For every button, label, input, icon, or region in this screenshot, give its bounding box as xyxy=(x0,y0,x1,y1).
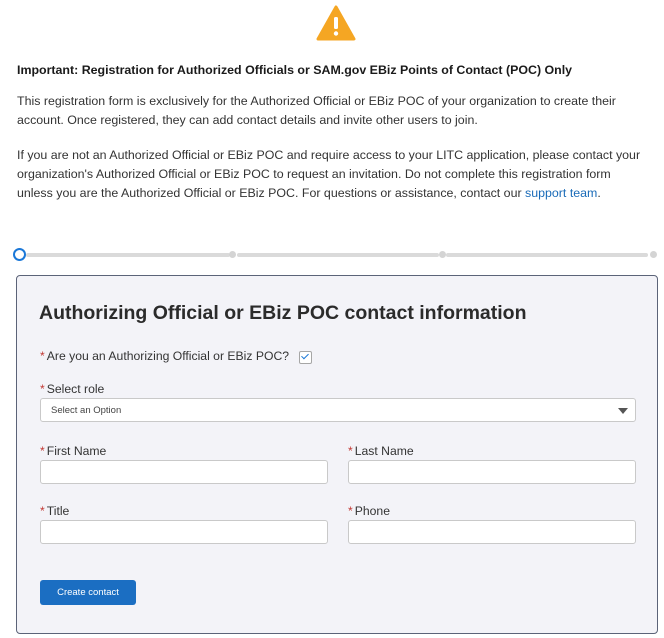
required-marker: * xyxy=(40,444,45,458)
is-ao-checkbox[interactable] xyxy=(299,351,312,364)
notice-heading: Important: Registration for Authorized O… xyxy=(17,63,573,77)
title-input[interactable] xyxy=(40,520,328,544)
required-marker: * xyxy=(348,444,353,458)
first-name-label-text: First Name xyxy=(46,444,107,458)
role-select-value: Select an Option xyxy=(51,405,122,416)
notice-paragraph-2: If you are not an Authorized Official or… xyxy=(17,146,647,203)
required-marker: * xyxy=(348,504,353,518)
role-label: * Select role xyxy=(40,382,104,396)
is-ao-label-text: Are you an Authorizing Official or EBiz … xyxy=(46,349,290,363)
progress-track-segment xyxy=(237,253,439,257)
checkmark-icon xyxy=(301,351,309,360)
registration-notice: Important: Registration for Authorized O… xyxy=(17,62,652,200)
form-title: Authorizing Official or EBiz POC contact… xyxy=(39,302,527,324)
progress-step-1-current[interactable] xyxy=(13,248,26,261)
is-ao-label: * Are you an Authorizing Official or EBiz… xyxy=(40,349,289,363)
progress-track-segment xyxy=(446,253,648,257)
progress-step-2[interactable] xyxy=(229,251,236,258)
progress-track-segment xyxy=(26,253,230,257)
progress-step-4[interactable] xyxy=(650,251,657,258)
title-label: * Title xyxy=(40,504,69,518)
contact-form-card: Authorizing Official or EBiz POC contact… xyxy=(16,275,658,634)
last-name-label-text: Last Name xyxy=(354,444,414,458)
required-marker: * xyxy=(40,382,45,396)
notice-paragraph-2-end: . xyxy=(597,186,601,200)
phone-input[interactable] xyxy=(348,520,636,544)
first-name-input[interactable] xyxy=(40,460,328,484)
last-name-label: * Last Name xyxy=(348,444,414,458)
first-name-label: * First Name xyxy=(40,444,106,458)
warning-icon xyxy=(316,5,356,41)
title-label-text: Title xyxy=(46,504,70,518)
progress-indicator xyxy=(13,247,659,263)
role-select[interactable]: Select an Option xyxy=(40,398,636,422)
progress-step-3[interactable] xyxy=(439,251,446,258)
required-marker: * xyxy=(40,504,45,518)
create-contact-button[interactable]: Create contact xyxy=(40,580,136,605)
phone-label-text: Phone xyxy=(354,504,390,518)
support-team-link[interactable]: support team xyxy=(525,186,597,200)
last-name-input[interactable] xyxy=(348,460,636,484)
chevron-down-icon xyxy=(618,408,628,414)
role-label-text: Select role xyxy=(46,382,105,396)
phone-label: * Phone xyxy=(348,504,390,518)
required-marker: * xyxy=(40,349,45,363)
notice-paragraph-1: This registration form is exclusively fo… xyxy=(17,94,616,127)
